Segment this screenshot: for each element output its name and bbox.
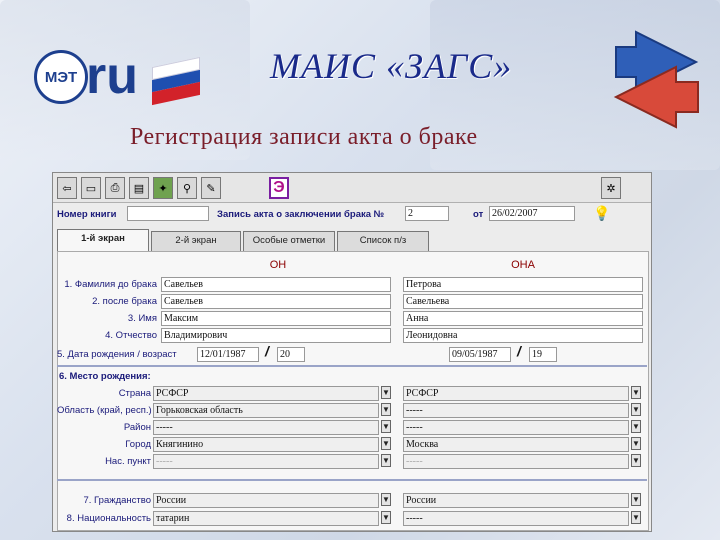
report-icon[interactable]: ✎ — [201, 177, 221, 199]
from-label: от — [473, 209, 484, 220]
column-header-he: ОН — [269, 259, 287, 271]
app-title: МАИС «ЗАГС» — [270, 46, 513, 86]
settings-icon[interactable]: ✲ — [601, 177, 621, 199]
page-subtitle: Регистрация записи акта о браке — [130, 124, 478, 150]
citizenship-label: 7. Гражданство — [83, 495, 152, 506]
he-surname-after[interactable]: Савельев — [161, 294, 391, 309]
certificate-icon[interactable]: ✦ — [153, 177, 173, 199]
name-label: 3. Имя — [127, 313, 157, 324]
he-country-dropdown-icon[interactable]: ▼ — [381, 386, 391, 399]
she-settlement[interactable]: ----- — [403, 454, 629, 469]
birth-label: 5. Дата рождения / возраст — [57, 349, 177, 360]
record-date-input[interactable]: 26/02/2007 — [489, 206, 575, 221]
record-number-label: Запись акта о заключении брака № — [217, 209, 385, 220]
she-city[interactable]: Москва — [403, 437, 629, 452]
she-age[interactable]: 19 — [529, 347, 557, 362]
he-citizenship-dropdown-icon[interactable]: ▼ — [381, 493, 391, 506]
search-icon[interactable]: ⚲ — [177, 177, 197, 199]
nationality-label: 8. Национальность — [66, 513, 151, 524]
lightbulb-icon[interactable]: 💡 — [593, 205, 610, 225]
he-nationality-dropdown-icon[interactable]: ▼ — [381, 511, 391, 524]
tab-screen-1[interactable]: 1-й экран — [57, 229, 149, 251]
he-city-dropdown-icon[interactable]: ▼ — [381, 437, 391, 450]
book-number-input[interactable] — [127, 206, 209, 221]
surname-after-label: 2. после брака — [92, 296, 157, 307]
print-icon[interactable]: ⎙ — [105, 177, 125, 199]
tab-screen-2[interactable]: 2-й экран — [151, 231, 241, 251]
e-button[interactable]: Э — [269, 177, 289, 199]
separator-line — [57, 365, 647, 367]
she-district[interactable]: ----- — [403, 420, 629, 435]
he-surname-before[interactable]: Савельев — [161, 277, 391, 292]
he-nationality[interactable]: татарин — [153, 511, 379, 526]
record-number-input[interactable]: 2 — [405, 206, 449, 221]
column-header-she: ОНА — [511, 259, 535, 271]
exit-icon[interactable]: ⇦ — [57, 177, 77, 199]
surname-before-label: 1. Фамилия до брака — [64, 279, 157, 290]
he-district-dropdown-icon[interactable]: ▼ — [381, 420, 391, 433]
she-slash: / — [517, 343, 521, 359]
she-city-dropdown-icon[interactable]: ▼ — [631, 437, 641, 450]
region-label: Область (край, респ.) — [57, 405, 152, 416]
tab-special-notes[interactable]: Особые отметки — [243, 231, 335, 251]
city-label: Город — [125, 439, 151, 450]
she-region-dropdown-icon[interactable]: ▼ — [631, 403, 641, 416]
she-patronymic[interactable]: Леонидовна — [403, 328, 643, 343]
he-name[interactable]: Максим — [161, 311, 391, 326]
book-number-label: Номер книги — [57, 209, 117, 220]
he-patronymic[interactable]: Владимирович — [161, 328, 391, 343]
she-citizenship[interactable]: России — [403, 493, 629, 508]
registration-form-window: ⇦ ▭ ⎙ ▤ ✦ ⚲ ✎ Э ✲ Номер книги Запись акт… — [52, 172, 652, 532]
birthplace-heading: 6. Место рождения: — [59, 371, 151, 382]
print-preview-icon[interactable]: ▤ — [129, 177, 149, 199]
district-label: Район — [123, 422, 151, 433]
he-settlement[interactable]: ----- — [153, 454, 379, 469]
he-region-dropdown-icon[interactable]: ▼ — [381, 403, 391, 416]
she-citizenship-dropdown-icon[interactable]: ▼ — [631, 493, 641, 506]
he-birth-date[interactable]: 12/01/1987 — [197, 347, 259, 362]
country-label: Страна — [118, 388, 151, 399]
tab-list[interactable]: Список п/з — [337, 231, 429, 251]
exchange-arrows-icon — [613, 30, 699, 129]
she-district-dropdown-icon[interactable]: ▼ — [631, 420, 641, 433]
patronymic-label: 4. Отчество — [105, 330, 157, 341]
he-settlement-dropdown-icon[interactable]: ▼ — [381, 454, 391, 467]
she-settlement-dropdown-icon[interactable]: ▼ — [631, 454, 641, 467]
she-nationality[interactable]: ----- — [403, 511, 629, 526]
he-country[interactable]: РСФСР — [153, 386, 379, 401]
she-country[interactable]: РСФСР — [403, 386, 629, 401]
she-name[interactable]: Анна — [403, 311, 643, 326]
he-slash: / — [265, 343, 269, 359]
he-age[interactable]: 20 — [277, 347, 305, 362]
toolbar: ⇦ ▭ ⎙ ▤ ✦ ⚲ ✎ Э ✲ — [53, 173, 651, 203]
she-birth-date[interactable]: 09/05/1987 — [449, 347, 511, 362]
she-surname-after[interactable]: Савельева — [403, 294, 643, 309]
he-district[interactable]: ----- — [153, 420, 379, 435]
she-region[interactable]: ----- — [403, 403, 629, 418]
he-citizenship[interactable]: России — [153, 493, 379, 508]
separator-line-2 — [57, 479, 647, 481]
she-nationality-dropdown-icon[interactable]: ▼ — [631, 511, 641, 524]
she-surname-before[interactable]: Петрова — [403, 277, 643, 292]
logo-ru-text: ru — [86, 47, 138, 105]
he-region[interactable]: Горьковская область — [153, 403, 379, 418]
russian-flag-icon — [152, 56, 200, 106]
save-icon[interactable]: ▭ — [81, 177, 101, 199]
logo: МЭТ ru — [34, 42, 202, 112]
logo-emblem: МЭТ — [34, 50, 88, 104]
she-country-dropdown-icon[interactable]: ▼ — [631, 386, 641, 399]
settlement-label: Нас. пункт — [105, 456, 151, 467]
he-city[interactable]: Княгинино — [153, 437, 379, 452]
